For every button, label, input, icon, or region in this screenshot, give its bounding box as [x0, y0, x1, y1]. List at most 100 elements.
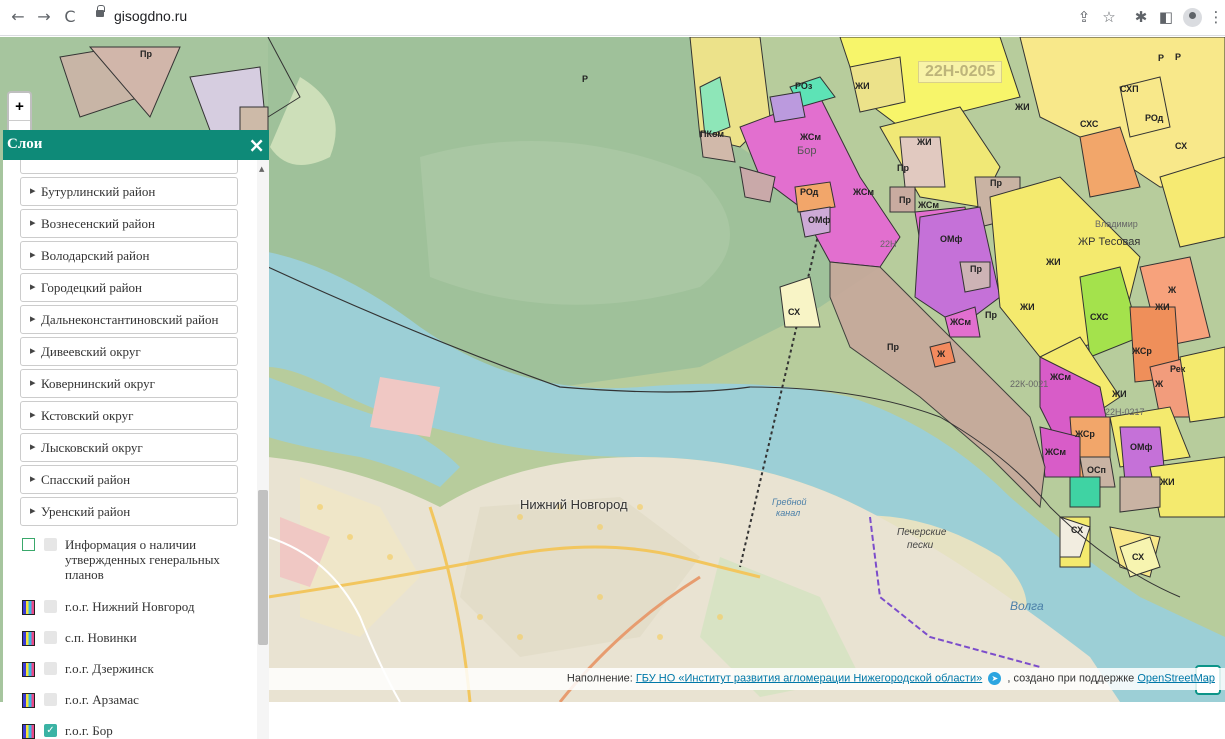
layers-header: Слои × — [3, 130, 269, 160]
layer-label: г.о.г. Нижний Новгород — [65, 599, 195, 614]
district-item[interactable]: Дивеевский округ — [20, 337, 238, 366]
agency-link[interactable]: ГБУ НО «Институт развития агломерации Ни… — [636, 672, 982, 684]
layer-label: Информация о наличии утвержденных генера… — [65, 537, 220, 582]
layer-checkbox-checked[interactable]: ✓ — [44, 724, 57, 737]
svg-text:Ж: Ж — [1167, 285, 1177, 295]
svg-text:ЖСм: ЖСм — [949, 317, 971, 327]
district-item[interactable]: Бутурлинский район — [20, 177, 238, 206]
layer-swatch — [22, 538, 35, 551]
svg-text:ОМф: ОМф — [940, 234, 962, 244]
svg-text:Р: Р — [1175, 52, 1181, 62]
svg-text:СХ: СХ — [1175, 141, 1187, 151]
bookmark-star-icon[interactable]: ☆ — [1099, 7, 1119, 27]
layer-row[interactable]: с.п. Новинки — [3, 628, 253, 652]
peski-label: пески — [907, 540, 934, 551]
layer-row[interactable]: г.о.г. Дзержинск — [3, 659, 253, 683]
district-item[interactable]: Кстовский округ — [20, 401, 238, 430]
district-item[interactable]: Володарский район — [20, 241, 238, 270]
extensions-icon[interactable]: ✱ — [1131, 7, 1151, 27]
info-layer-row[interactable]: Информация о наличии утвержденных генера… — [3, 535, 253, 585]
layer-label: г.о.г. Арзамас — [65, 692, 139, 707]
address-bar[interactable]: gisogdno.ru — [88, 4, 1088, 30]
osm-link[interactable]: OpenStreetMap — [1137, 672, 1215, 684]
kanal-label: канал — [776, 508, 801, 518]
scroll-thumb[interactable] — [258, 490, 268, 645]
profile-avatar[interactable] — [1183, 8, 1202, 27]
menu-kebab-icon[interactable]: ⋮ — [1206, 7, 1225, 27]
layer-row[interactable]: г.о.г. Нижний Новгород — [3, 597, 253, 621]
svg-text:ОМф: ОМф — [808, 215, 830, 225]
scroll-up-icon[interactable]: ▲ — [259, 165, 264, 173]
layer-checkbox[interactable] — [44, 662, 57, 675]
svg-text:СХП: СХП — [1120, 84, 1139, 94]
svg-text:Пр: Пр — [140, 49, 152, 59]
district-item[interactable]: Лысковский округ — [20, 433, 238, 462]
svg-text:ОМф: ОМф — [1130, 442, 1152, 452]
layer-row[interactable]: г.о.г. Арзамас — [3, 690, 253, 714]
svg-text:Ж: Ж — [1154, 379, 1164, 389]
svg-text:Владимир: Владимир — [1095, 219, 1138, 229]
svg-text:Рек: Рек — [1170, 364, 1186, 374]
url-text: gisogdno.ru — [114, 8, 188, 24]
svg-text:ЖСм: ЖСм — [917, 200, 939, 210]
layer-label: с.п. Новинки — [65, 630, 137, 645]
district-item[interactable]: Ковернинский округ — [20, 369, 238, 398]
svg-text:Пр: Пр — [899, 195, 911, 205]
attribution-bar: Наполнение: ГБУ НО «Институт развития аг… — [268, 668, 1225, 690]
svg-text:Пр: Пр — [970, 264, 982, 274]
svg-text:СХС: СХС — [1090, 312, 1109, 322]
back-icon[interactable]: ← — [8, 7, 28, 27]
svg-text:Ж: Ж — [936, 349, 946, 359]
svg-text:ЖИ: ЖИ — [1045, 257, 1061, 267]
svg-text:ЖСм: ЖСм — [1044, 447, 1066, 457]
svg-text:ЖИ: ЖИ — [854, 81, 870, 91]
svg-text:Пр: Пр — [897, 163, 909, 173]
svg-text:ЖИ: ЖИ — [1111, 389, 1127, 399]
svg-text:ЖСм: ЖСм — [799, 132, 821, 142]
layer-label: г.о.г. Дзержинск — [65, 661, 154, 676]
pecherskie-label: Печерские — [897, 527, 947, 538]
close-icon[interactable]: × — [248, 133, 265, 157]
svg-text:Р: Р — [582, 74, 588, 84]
side-panel-icon[interactable]: ◧ — [1156, 7, 1176, 27]
layers-list: Бутурлинский район Вознесенский район Во… — [3, 160, 269, 739]
svg-text:СХС: СХС — [1080, 119, 1099, 129]
svg-text:ЖИ: ЖИ — [1014, 102, 1030, 112]
district-item-partial — [20, 160, 238, 174]
layers-scrollbar[interactable]: ▲ — [257, 160, 269, 739]
district-item[interactable]: Вознесенский район — [20, 209, 238, 238]
share-icon[interactable]: ⇪ — [1074, 7, 1094, 27]
layer-checkbox[interactable] — [44, 538, 57, 551]
forward-icon[interactable]: → — [34, 7, 54, 27]
svg-text:СХ: СХ — [1132, 552, 1144, 562]
svg-text:Пр: Пр — [887, 342, 899, 352]
zoom-in-button[interactable]: + — [9, 93, 30, 121]
layer-row[interactable]: ✓ г.о.г. Бор — [3, 721, 253, 739]
layer-swatch — [22, 693, 35, 708]
grebnoy-label: Гребной — [772, 497, 807, 507]
svg-text:Р: Р — [1158, 53, 1164, 63]
district-item[interactable]: Дальнеконстантиновский район — [20, 305, 238, 334]
zr-tesovaya-label: ЖР Тесовая — [1078, 236, 1141, 248]
svg-text:22Н-0217: 22Н-0217 — [1105, 407, 1145, 417]
attribution-prefix: Наполнение: — [566, 672, 633, 685]
district-item[interactable]: Городецкий район — [20, 273, 238, 302]
svg-text:СХ: СХ — [1071, 525, 1083, 535]
svg-text:22К-0021: 22К-0021 — [1010, 379, 1048, 389]
layer-swatch — [22, 600, 35, 615]
svg-text:ЖСм: ЖСм — [1049, 372, 1071, 382]
svg-text:РОд: РОд — [1145, 113, 1164, 123]
svg-text:22Н: 22Н — [880, 239, 897, 249]
district-item[interactable]: Спасский район — [20, 465, 238, 494]
layer-checkbox[interactable] — [44, 693, 57, 706]
telegram-icon[interactable]: ➤ — [988, 672, 1002, 685]
svg-text:ЖСм: ЖСм — [852, 187, 874, 197]
layer-swatch — [22, 724, 35, 739]
reload-icon[interactable]: C — [60, 7, 80, 27]
layer-checkbox[interactable] — [44, 631, 57, 644]
svg-text:СХ: СХ — [788, 307, 800, 317]
district-item[interactable]: Уренский район — [20, 497, 238, 526]
svg-text:ПКом: ПКом — [700, 129, 724, 139]
layer-checkbox[interactable] — [44, 600, 57, 613]
layer-swatch — [22, 662, 35, 677]
